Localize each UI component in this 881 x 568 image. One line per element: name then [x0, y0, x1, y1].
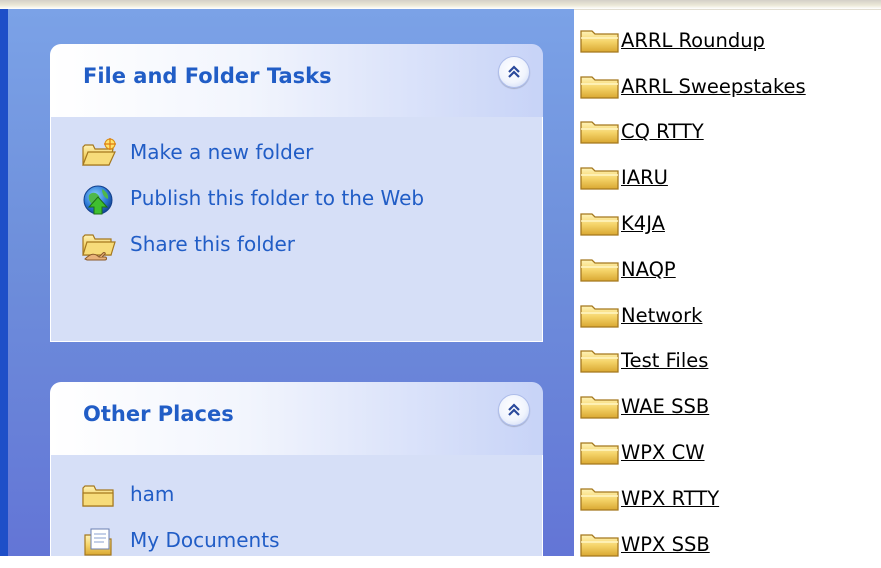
my-documents-icon — [84, 528, 112, 556]
task-publish-folder-web[interactable]: Publish this folder to the Web — [51, 183, 542, 215]
place-my-documents[interactable]: My Documents — [51, 525, 542, 556]
file-folder-tasks-title: File and Folder Tasks — [83, 64, 332, 88]
folder-icon — [580, 30, 619, 53]
task-share-folder[interactable]: Share this folder — [51, 229, 542, 261]
folder-label: ARRL Roundup — [621, 28, 765, 52]
folder-icon — [580, 350, 619, 374]
folder-item[interactable]: IARU — [578, 155, 881, 201]
folder-icon — [580, 213, 619, 236]
file-folder-tasks-header[interactable]: File and Folder Tasks — [50, 44, 543, 117]
task-pane-border — [0, 9, 8, 556]
task-label: Share this folder — [130, 232, 295, 256]
folder-icon — [580, 305, 619, 328]
folder-icon — [580, 488, 619, 511]
other-places-header[interactable]: Other Places — [50, 382, 543, 455]
folder-label: WAE SSB — [621, 395, 710, 419]
place-ham[interactable]: ham — [51, 479, 542, 511]
other-places-panel: Other Places ham My Documents — [50, 382, 543, 556]
folder-item[interactable]: WPX RTTY — [578, 476, 881, 522]
folder-item[interactable]: WAE SSB — [578, 384, 881, 430]
folder-label: IARU — [621, 166, 668, 190]
other-places-body: ham My Documents — [50, 455, 543, 556]
folder-label: WPX RTTY — [621, 486, 720, 510]
task-pane: File and Folder Tasks Make a new folder — [0, 9, 574, 556]
new-folder-icon — [82, 138, 116, 166]
other-places-title: Other Places — [83, 402, 234, 426]
share-folder-icon — [82, 234, 116, 261]
folder-label: K4JA — [621, 212, 665, 236]
folder-item[interactable]: ARRL Roundup — [578, 18, 881, 64]
folder-item[interactable]: Test Files — [578, 339, 881, 385]
task-label: Make a new folder — [130, 140, 314, 164]
folder-icon — [580, 121, 619, 145]
folder-item[interactable]: NAQP — [578, 247, 881, 293]
folder-label: WPX SSB — [621, 532, 710, 556]
folder-label: Network — [621, 303, 703, 327]
chevron-double-up-icon — [508, 65, 520, 78]
chevron-double-up-icon — [508, 403, 520, 416]
folder-item[interactable]: K4JA — [578, 201, 881, 247]
folder-item[interactable]: Network — [578, 293, 881, 339]
publish-web-icon — [83, 185, 113, 215]
task-make-new-folder[interactable]: Make a new folder — [51, 137, 542, 169]
folder-icon — [580, 442, 619, 465]
file-folder-tasks-collapse-button[interactable] — [498, 56, 530, 88]
folder-item[interactable]: WPX CW — [578, 430, 881, 476]
folder-icon — [580, 534, 619, 557]
other-places-collapse-button[interactable] — [498, 394, 530, 426]
folder-label: CQ RTTY — [621, 120, 704, 144]
folder-label: Test Files — [621, 349, 709, 373]
folder-label: ARRL Sweepstakes — [621, 74, 806, 98]
folder-item[interactable]: ARRL Sweepstakes — [578, 64, 881, 110]
folder-item[interactable]: WPX SSB — [578, 522, 881, 568]
place-label: ham — [130, 482, 175, 506]
place-label: My Documents — [130, 528, 280, 552]
folder-icon — [580, 167, 619, 190]
folder-item[interactable]: CQ RTTY — [578, 110, 881, 156]
task-label: Publish this folder to the Web — [130, 186, 425, 210]
file-folder-tasks-panel: File and Folder Tasks Make a new folder — [50, 44, 543, 342]
folder-icon — [82, 485, 114, 507]
folder-icon — [580, 396, 619, 419]
folder-label: NAQP — [621, 257, 676, 281]
folder-icon — [580, 76, 619, 99]
folder-list: ARRL Roundup ARRL Sweepstakes CQ RTTY IA… — [578, 18, 881, 568]
folder-icon — [580, 259, 619, 282]
folder-label: WPX CW — [621, 441, 705, 465]
file-folder-tasks-body: Make a new folder Publish this folder to… — [50, 117, 543, 342]
